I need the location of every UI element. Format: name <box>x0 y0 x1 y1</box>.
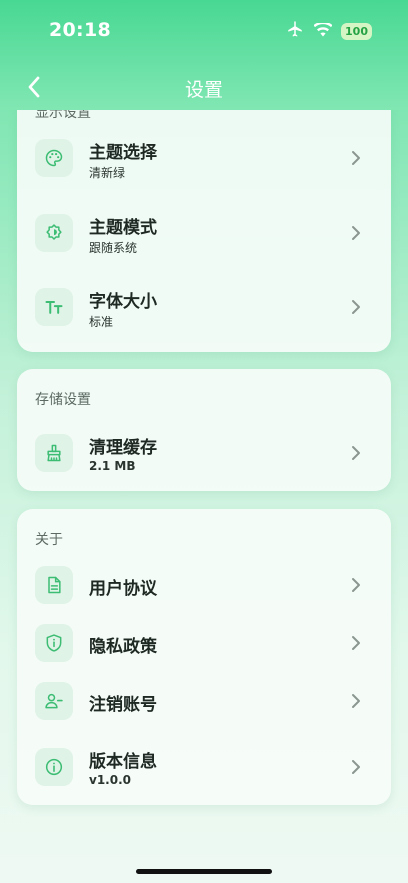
chevron-right-icon <box>352 760 360 774</box>
display-settings-card: 显示设置 主题选择 清新绿 主题模式 跟随系统 字体大小 标准 <box>17 110 391 352</box>
settings-item-title: 主题模式 <box>89 218 157 238</box>
cache-size-value: 2.1 MB <box>89 459 136 473</box>
version-value: v1.0.0 <box>89 773 131 787</box>
theme-mode-icon <box>35 214 73 252</box>
battery-indicator: 100 <box>341 22 372 40</box>
home-indicator <box>136 869 272 874</box>
chevron-right-icon <box>352 694 360 708</box>
status-time: 20:18 <box>49 19 111 41</box>
settings-item-title: 版本信息 <box>89 752 157 772</box>
settings-item-subtitle: 标准 <box>89 315 114 329</box>
settings-item-delete-account[interactable]: 注销账号 <box>17 672 391 730</box>
settings-item-theme-mode[interactable]: 主题模式 跟随系统 <box>17 204 391 262</box>
settings-item-title: 用户协议 <box>89 579 157 599</box>
chevron-right-icon <box>352 446 360 460</box>
status-bar: 20:18 100 <box>0 0 408 60</box>
section-label-storage: 存储设置 <box>35 392 91 408</box>
page-title: 设置 <box>184 79 223 101</box>
settings-item-title: 隐私政策 <box>89 637 157 657</box>
section-label-display: 显示设置 <box>35 110 91 121</box>
settings-item-user-agreement[interactable]: 用户协议 <box>17 556 391 614</box>
settings-item-subtitle: 跟随系统 <box>89 241 138 255</box>
font-size-icon <box>35 288 73 326</box>
settings-scroll-area[interactable]: 显示设置 主题选择 清新绿 主题模式 跟随系统 字体大小 标准 存储设置 清理缓… <box>0 110 408 883</box>
broom-icon <box>35 434 73 472</box>
settings-item-title: 清理缓存 <box>89 438 157 458</box>
palette-icon <box>35 139 73 177</box>
airplane-icon <box>285 20 305 42</box>
settings-item-title: 主题选择 <box>89 143 157 163</box>
chevron-right-icon <box>352 151 360 165</box>
section-label-about: 关于 <box>35 532 63 548</box>
wifi-icon <box>313 21 333 41</box>
navigation-bar: 设置 <box>0 62 408 112</box>
chevron-right-icon <box>352 226 360 240</box>
settings-item-privacy-policy[interactable]: 隐私政策 <box>17 614 391 672</box>
user-remove-icon <box>35 682 73 720</box>
chevron-right-icon <box>352 578 360 592</box>
about-card: 关于 用户协议 隐私政策 注销账号 版本信息 v1.0.0 <box>17 509 391 805</box>
chevron-right-icon <box>352 636 360 650</box>
settings-item-theme-select[interactable]: 主题选择 清新绿 <box>17 129 391 187</box>
shield-icon <box>35 624 73 662</box>
info-icon <box>35 748 73 786</box>
settings-item-subtitle: 清新绿 <box>89 166 126 180</box>
status-icons: 100 <box>285 20 372 42</box>
settings-item-title: 字体大小 <box>89 292 157 312</box>
chevron-right-icon <box>352 300 360 314</box>
settings-item-version-info[interactable]: 版本信息 v1.0.0 <box>17 738 391 796</box>
settings-item-font-size[interactable]: 字体大小 标准 <box>17 278 391 336</box>
storage-settings-card: 存储设置 清理缓存 2.1 MB <box>17 369 391 491</box>
settings-item-title: 注销账号 <box>89 695 157 715</box>
document-icon <box>35 566 73 604</box>
settings-item-clear-cache[interactable]: 清理缓存 2.1 MB <box>17 424 391 482</box>
